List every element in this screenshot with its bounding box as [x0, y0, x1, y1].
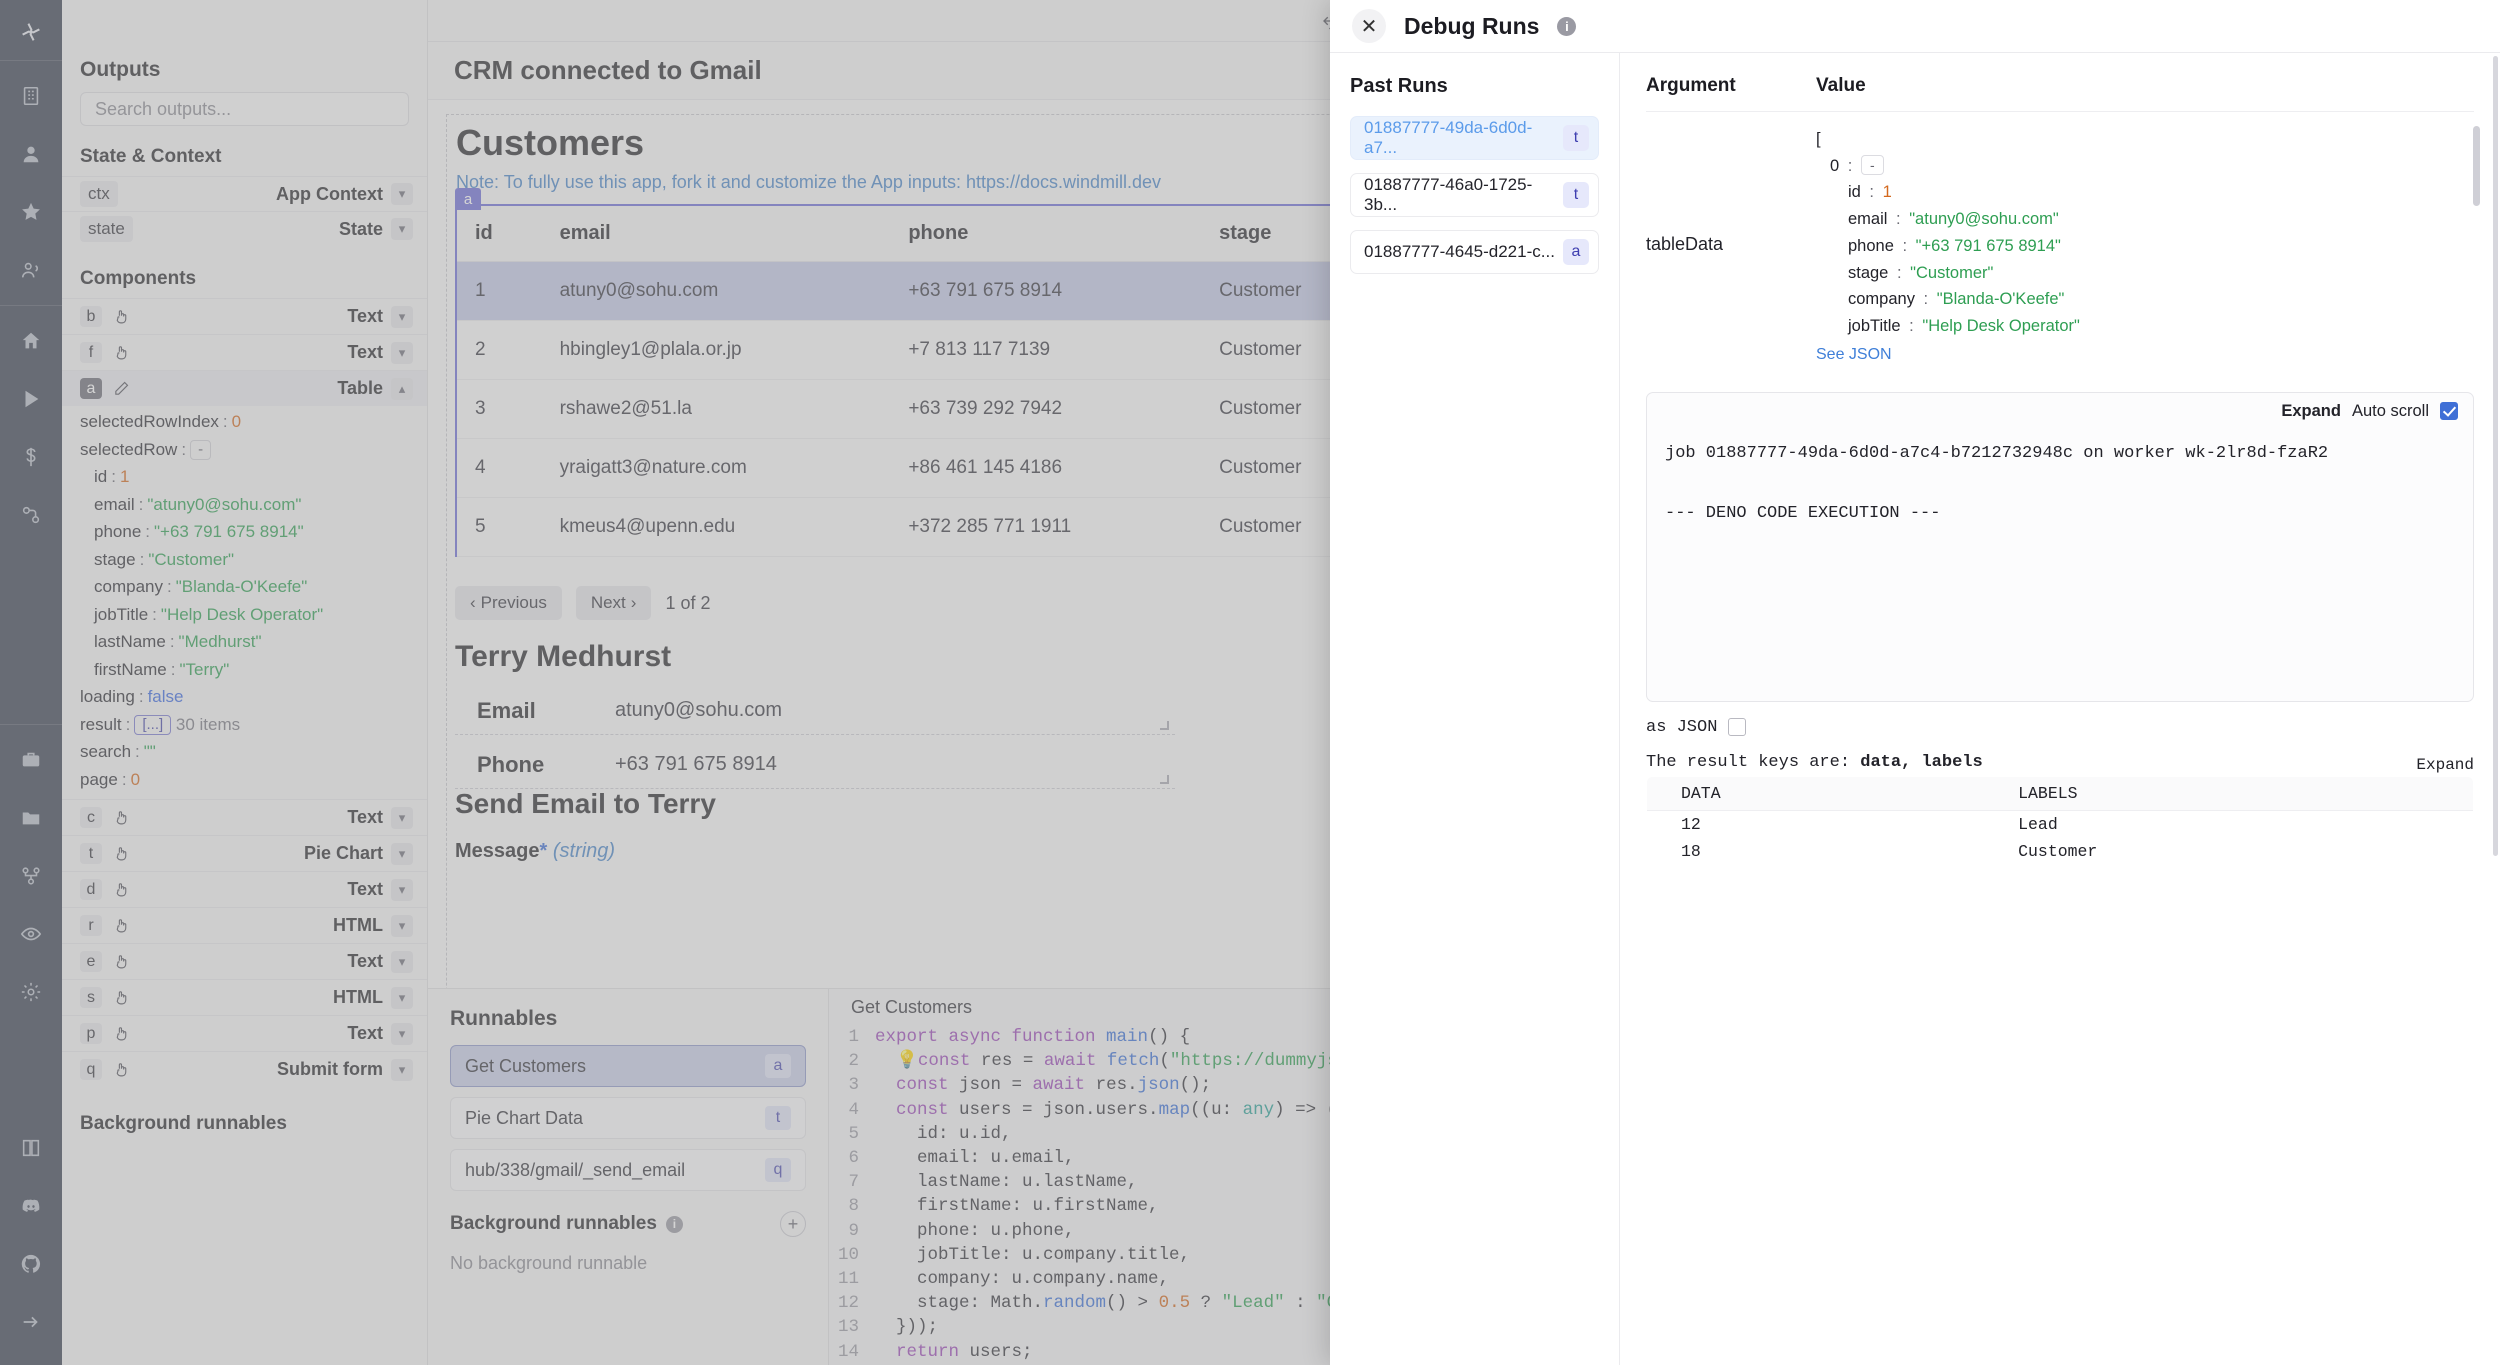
- arguments-header: Argument Value: [1646, 75, 2474, 111]
- value-column-header: Value: [1816, 75, 1866, 97]
- json-value-email: "atuny0@sohu.com": [1909, 210, 2059, 228]
- as-json-toggle-row: as JSON: [1646, 718, 2474, 737]
- autoscroll-label: Auto scroll: [2352, 402, 2429, 421]
- past-run-item[interactable]: 01887777-46a0-1725-3b... t: [1350, 173, 1599, 217]
- as-json-checkbox[interactable]: [1728, 718, 1746, 736]
- job-log-box: Expand Auto scroll job 01887777-49da-6d0…: [1646, 392, 2474, 702]
- past-run-item[interactable]: 01887777-49da-6d0d-a7... t: [1350, 116, 1599, 160]
- debug-runs-drawer: ✕ Debug Runs i Past Runs 01887777-49da-6…: [1330, 0, 2500, 1365]
- past-run-badge: t: [1563, 125, 1589, 151]
- log-controls: Expand Auto scroll: [1647, 393, 2473, 428]
- result-col-data: DATA: [1647, 776, 1985, 810]
- result-col-labels: LABELS: [1984, 776, 2473, 810]
- drawer-header: ✕ Debug Runs i: [1330, 0, 2500, 53]
- past-run-item[interactable]: 01887777-4645-d221-c... a: [1350, 230, 1599, 274]
- result-keys-value: data, labels: [1860, 753, 1982, 772]
- result-section: as JSON The result keys are: data, label…: [1646, 718, 2474, 871]
- result-table-wrapper: Expand DATA LABELS 12 Lead: [1646, 776, 2474, 871]
- result-cell-data: 18: [1647, 838, 1985, 871]
- json-key-jobtitle: jobTitle: [1848, 317, 1901, 335]
- result-keys-line: The result keys are: data, labels: [1646, 753, 2474, 772]
- see-json-link[interactable]: See JSON: [1816, 346, 2474, 364]
- json-key-company: company: [1848, 290, 1915, 308]
- json-index-row: 0 : -: [1816, 153, 2474, 180]
- result-header-row: DATA LABELS: [1647, 776, 2474, 810]
- json-value-jobtitle: "Help Desk Operator": [1922, 317, 2080, 335]
- json-collapse-toggle[interactable]: -: [1861, 155, 1884, 175]
- log-line-2: --- DENO CODE EXECUTION ---: [1647, 480, 2473, 540]
- json-key-phone: phone: [1848, 237, 1894, 255]
- arguments-table: Argument Value tableData [ 0 : - id : 1: [1620, 53, 2500, 370]
- json-value-company: "Blanda-O'Keefe": [1937, 290, 2065, 308]
- log-expand-link[interactable]: Expand: [2281, 402, 2341, 421]
- info-icon[interactable]: i: [1557, 17, 1576, 36]
- json-field-company: company : "Blanda-O'Keefe": [1816, 286, 2474, 313]
- result-table: DATA LABELS 12 Lead 18 Customer: [1646, 776, 2474, 871]
- result-cell-labels: Customer: [1984, 838, 2473, 871]
- argument-value-tree: [ 0 : - id : 1 email : "atuny0@sohu.com"…: [1816, 126, 2474, 364]
- log-line-1: job 01887777-49da-6d0d-a7c4-b7212732948c…: [1647, 428, 2473, 480]
- past-runs-panel: Past Runs 01887777-49da-6d0d-a7... t 018…: [1330, 53, 1620, 1365]
- drawer-title: Debug Runs: [1404, 13, 1539, 40]
- past-run-id: 01887777-46a0-1725-3b...: [1364, 175, 1563, 215]
- argument-row-tabledata: tableData [ 0 : - id : 1 email : "atuny0…: [1646, 111, 2474, 370]
- run-detail-panel: Argument Value tableData [ 0 : - id : 1: [1620, 53, 2500, 1365]
- json-field-phone: phone : "+63 791 675 8914": [1816, 233, 2474, 260]
- result-expand-link[interactable]: Expand: [2416, 756, 2474, 774]
- json-value-id: 1: [1883, 183, 1892, 201]
- result-cell-labels: Lead: [1984, 810, 2473, 838]
- json-field-email: email : "atuny0@sohu.com": [1816, 206, 2474, 233]
- result-row: 18 Customer: [1647, 838, 2474, 871]
- past-run-badge: a: [1563, 239, 1589, 265]
- past-runs-title: Past Runs: [1350, 75, 1599, 98]
- json-field-stage: stage : "Customer": [1816, 260, 2474, 287]
- past-run-id: 01887777-4645-d221-c...: [1364, 242, 1555, 262]
- json-value-phone: "+63 791 675 8914": [1916, 237, 2061, 255]
- value-scrollbar[interactable]: [2473, 126, 2480, 206]
- drawer-body: Past Runs 01887777-49da-6d0d-a7... t 018…: [1330, 53, 2500, 1365]
- drawer-scrollbar[interactable]: [2493, 56, 2498, 856]
- json-open-bracket: [: [1816, 126, 2474, 153]
- autoscroll-checkbox[interactable]: [2440, 402, 2458, 420]
- close-icon[interactable]: ✕: [1352, 9, 1386, 43]
- result-keys-prefix: The result keys are:: [1646, 753, 1860, 772]
- json-key-stage: stage: [1848, 264, 1888, 282]
- result-cell-data: 12: [1647, 810, 1985, 838]
- past-run-id: 01887777-49da-6d0d-a7...: [1364, 118, 1563, 158]
- as-json-label: as JSON: [1646, 718, 1717, 737]
- json-key-email: email: [1848, 210, 1887, 228]
- json-value-stage: "Customer": [1910, 264, 1993, 282]
- json-index-key: 0: [1830, 157, 1839, 175]
- result-row: 12 Lead: [1647, 810, 2474, 838]
- json-key-id: id: [1848, 183, 1861, 201]
- argument-name: tableData: [1646, 126, 1816, 364]
- json-field-id: id : 1: [1816, 179, 2474, 206]
- json-field-jobtitle: jobTitle : "Help Desk Operator": [1816, 313, 2474, 340]
- argument-column-header: Argument: [1646, 75, 1816, 97]
- past-run-badge: t: [1563, 182, 1589, 208]
